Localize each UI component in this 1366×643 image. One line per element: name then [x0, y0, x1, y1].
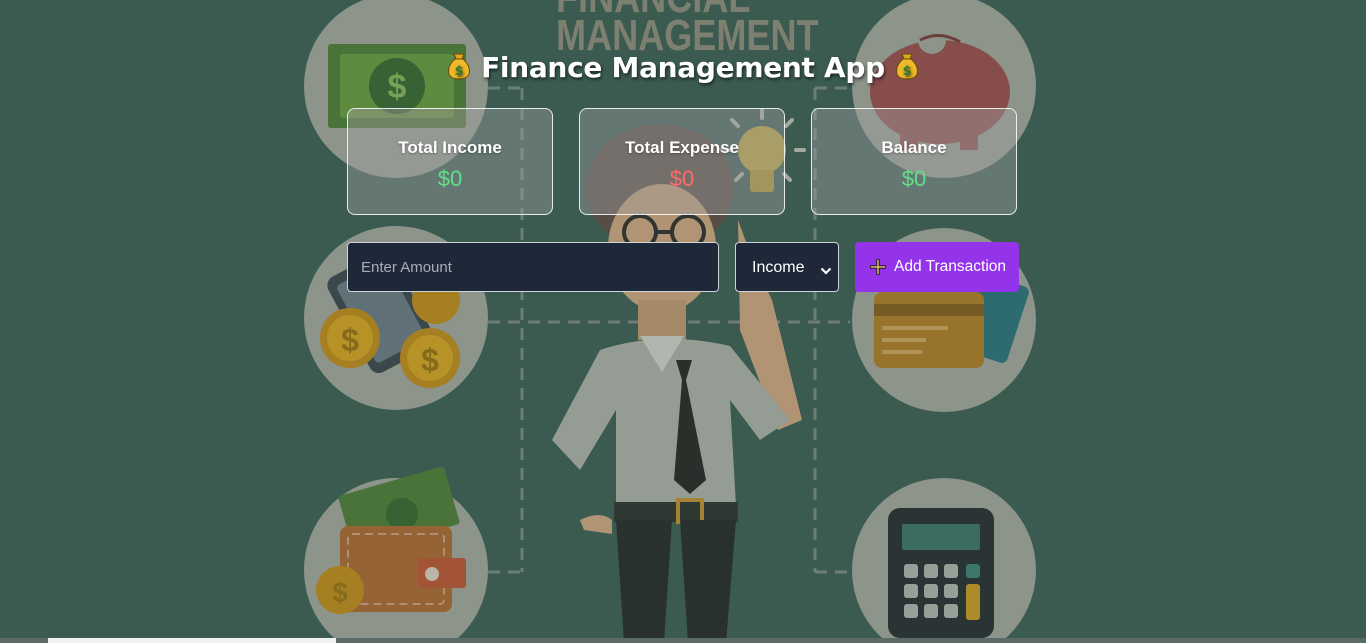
- horizontal-scrollbar[interactable]: [0, 638, 1366, 643]
- summary-cards: Total Income $0 Total Expense $0 Balance…: [347, 108, 1019, 217]
- money-bag-icon: $: [894, 50, 920, 80]
- plus-icon: [869, 258, 887, 276]
- svg-text:$: $: [454, 64, 463, 79]
- balance-card: Balance $0: [811, 108, 1017, 215]
- amount-input[interactable]: [347, 242, 719, 292]
- balance-value: $0: [901, 166, 927, 191]
- app-title-text: Finance Management App: [481, 51, 885, 84]
- add-transaction-label: Add Transaction: [894, 258, 1007, 275]
- scrollbar-thumb[interactable]: [48, 638, 336, 643]
- money-bag-icon: $: [446, 50, 472, 80]
- svg-text:$: $: [903, 64, 912, 79]
- background-illustration: $ $ $ $: [304, 0, 1036, 643]
- chevron-down-icon: [820, 263, 832, 281]
- total-expense-label: Total Expense: [625, 138, 739, 157]
- background-overlay: [0, 0, 1366, 643]
- total-income-value: $0: [437, 166, 463, 191]
- app-title: $ Finance Management App $: [347, 50, 1019, 84]
- add-transaction-button[interactable]: Add Transaction: [855, 242, 1019, 292]
- total-income-label: Total Income: [398, 138, 502, 157]
- transaction-type-selected: Income: [752, 259, 805, 276]
- svg-text:$: $: [421, 342, 439, 378]
- svg-text:$: $: [341, 322, 359, 358]
- total-expense-card: Total Expense $0: [579, 108, 785, 215]
- transaction-type-select[interactable]: Income: [735, 242, 839, 292]
- balance-label: Balance: [881, 138, 947, 157]
- transaction-form: Income Add Transaction: [347, 242, 1019, 292]
- total-income-card: Total Income $0: [347, 108, 553, 215]
- svg-text:$: $: [332, 577, 348, 608]
- total-expense-value: $0: [669, 166, 695, 191]
